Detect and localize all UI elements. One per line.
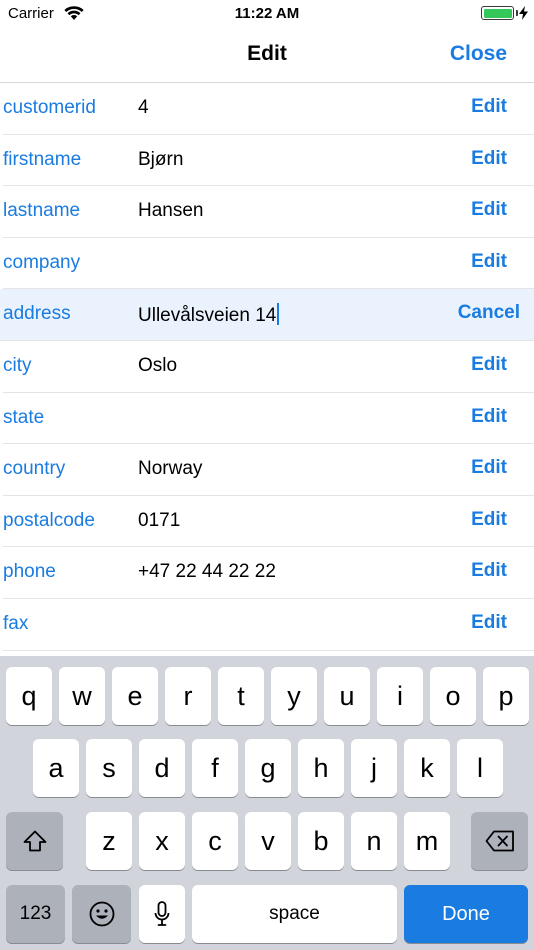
battery-tip bbox=[516, 10, 518, 16]
key-a[interactable]: a bbox=[33, 739, 79, 797]
numbers-key[interactable]: 123 bbox=[6, 885, 65, 943]
field-row-city: city Oslo Edit bbox=[3, 341, 534, 393]
field-row-company: company Edit bbox=[3, 238, 534, 290]
key-l[interactable]: l bbox=[457, 739, 503, 797]
key-e[interactable]: e bbox=[112, 667, 158, 725]
status-bar: Carrier 11:22 AM bbox=[0, 0, 534, 28]
backspace-icon bbox=[485, 830, 514, 852]
space-key[interactable]: space bbox=[192, 885, 397, 943]
navigation-bar: Edit Close bbox=[0, 28, 534, 83]
field-row-state: state Edit bbox=[3, 393, 534, 445]
edit-button[interactable]: Edit bbox=[471, 251, 507, 273]
key-b[interactable]: b bbox=[298, 812, 344, 870]
field-list: customerid 4 Edit firstname Bjørn Edit l… bbox=[0, 83, 534, 651]
field-row-phone: phone +47 22 44 22 22 Edit bbox=[3, 547, 534, 599]
shift-key[interactable] bbox=[6, 812, 63, 870]
key-q[interactable]: q bbox=[6, 667, 52, 725]
field-value: Norway bbox=[138, 458, 203, 480]
key-z[interactable]: z bbox=[86, 812, 132, 870]
field-label: country bbox=[3, 458, 66, 480]
emoji-key[interactable] bbox=[72, 885, 131, 943]
key-h[interactable]: h bbox=[298, 739, 344, 797]
edit-button[interactable]: Edit bbox=[471, 509, 507, 531]
key-k[interactable]: k bbox=[404, 739, 450, 797]
field-value: Hansen bbox=[138, 200, 204, 222]
text-cursor bbox=[277, 303, 280, 326]
key-m[interactable]: m bbox=[404, 812, 450, 870]
key-i[interactable]: i bbox=[377, 667, 423, 725]
field-row-fax: fax Edit bbox=[3, 599, 534, 651]
keyboard: q w e r t y u i o p a s d f g h j k l z … bbox=[0, 656, 534, 950]
edit-button[interactable]: Edit bbox=[471, 457, 507, 479]
clock: 11:22 AM bbox=[234, 5, 300, 22]
key-f[interactable]: f bbox=[192, 739, 238, 797]
key-g[interactable]: g bbox=[245, 739, 291, 797]
field-label: lastname bbox=[3, 200, 81, 222]
key-u[interactable]: u bbox=[324, 667, 370, 725]
key-c[interactable]: c bbox=[192, 812, 238, 870]
field-label: address bbox=[3, 303, 71, 325]
field-row-firstname: firstname Bjørn Edit bbox=[3, 135, 534, 187]
key-r[interactable]: r bbox=[165, 667, 211, 725]
backspace-key[interactable] bbox=[471, 812, 528, 870]
edit-button[interactable]: Edit bbox=[471, 96, 507, 118]
field-label: company bbox=[3, 251, 81, 273]
dictation-key[interactable] bbox=[139, 885, 185, 943]
field-row-lastname: lastname Hansen Edit bbox=[3, 186, 534, 238]
key-w[interactable]: w bbox=[59, 667, 105, 725]
field-value: +47 22 44 22 22 bbox=[138, 561, 276, 583]
edit-button[interactable]: Edit bbox=[471, 199, 507, 221]
microphone-icon bbox=[154, 901, 170, 926]
field-label: city bbox=[3, 354, 32, 376]
cancel-button[interactable]: Cancel bbox=[458, 302, 520, 324]
done-key[interactable]: Done bbox=[404, 885, 528, 943]
address-input[interactable]: Ullevålsveien 14 bbox=[138, 303, 280, 327]
field-row-address: address Ullevålsveien 14 Cancel bbox=[0, 289, 534, 341]
key-v[interactable]: v bbox=[245, 812, 291, 870]
edit-button[interactable]: Edit bbox=[471, 612, 507, 634]
field-label: customerid bbox=[3, 97, 96, 118]
edit-button[interactable]: Edit bbox=[471, 560, 507, 582]
key-t[interactable]: t bbox=[218, 667, 264, 725]
edit-button[interactable]: Edit bbox=[471, 148, 507, 170]
key-s[interactable]: s bbox=[86, 739, 132, 797]
field-row-postalcode: postalcode 0171 Edit bbox=[3, 496, 534, 548]
key-n[interactable]: n bbox=[351, 812, 397, 870]
charging-bolt-icon bbox=[519, 6, 528, 20]
field-value: Oslo bbox=[138, 354, 178, 376]
edit-button[interactable]: Edit bbox=[471, 354, 507, 376]
field-label: firstname bbox=[3, 148, 82, 170]
emoji-icon bbox=[89, 901, 114, 927]
key-p[interactable]: p bbox=[483, 667, 529, 725]
field-row-customerid: customerid 4 Edit bbox=[3, 83, 534, 135]
key-d[interactable]: d bbox=[139, 739, 185, 797]
field-value: 0171 bbox=[138, 509, 181, 531]
field-label: fax bbox=[3, 612, 29, 634]
key-x[interactable]: x bbox=[139, 812, 185, 870]
address-input-text: Ullevålsveien 14 bbox=[138, 305, 277, 327]
field-label: state bbox=[3, 406, 45, 428]
field-row-country: country Norway Edit bbox=[3, 444, 534, 496]
key-y[interactable]: y bbox=[271, 667, 317, 725]
edit-button[interactable]: Edit bbox=[471, 406, 507, 428]
field-label: postalcode bbox=[3, 509, 95, 531]
close-button[interactable]: Close bbox=[450, 42, 507, 66]
battery-icon bbox=[481, 6, 514, 20]
key-j[interactable]: j bbox=[351, 739, 397, 797]
shift-icon bbox=[23, 830, 46, 852]
field-label: phone bbox=[3, 561, 56, 583]
field-value: Bjørn bbox=[138, 148, 184, 170]
field-value: 4 bbox=[138, 97, 149, 118]
key-o[interactable]: o bbox=[430, 667, 476, 725]
